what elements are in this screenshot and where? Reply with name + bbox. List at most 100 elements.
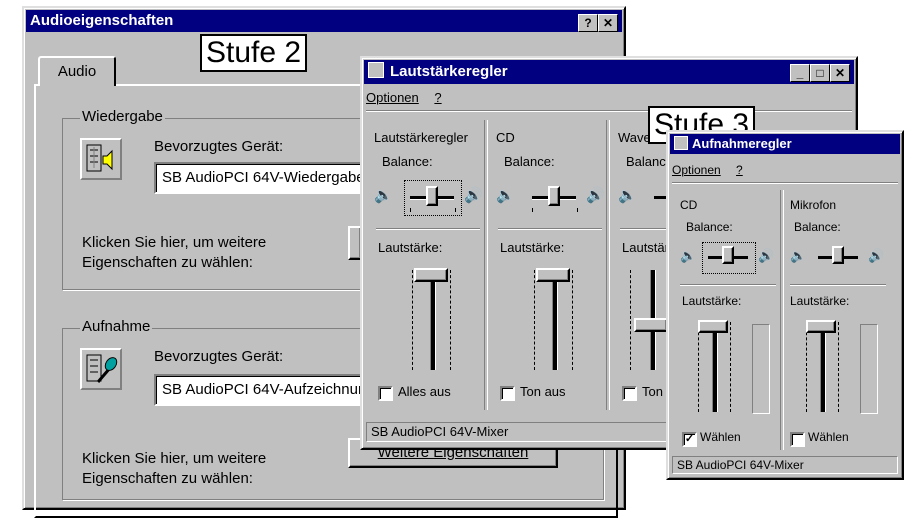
volume-label: Lautstärke: [378, 240, 443, 255]
minimize-button[interactable]: _ [790, 64, 810, 82]
volume-ticks [534, 270, 537, 370]
channel-divider [376, 228, 480, 230]
volume-track [712, 322, 718, 412]
mute-checkbox[interactable] [500, 386, 515, 401]
volume-mixer-title: Lautstärkeregler [390, 63, 508, 80]
mixer-app-icon [368, 62, 384, 78]
menu-optionen[interactable]: Optionen [672, 163, 721, 177]
mixer-app-icon [674, 136, 688, 150]
balance-slider[interactable]: 🔈 🔊 [494, 178, 606, 218]
balance-ticks [532, 208, 578, 212]
column-separator [606, 120, 610, 410]
select-checkbox-label[interactable]: Wählen [700, 430, 741, 444]
channel-divider [790, 284, 886, 286]
channel-name: Mikrofon [790, 198, 837, 212]
mute-checkbox[interactable] [378, 386, 393, 401]
volume-track [552, 270, 558, 370]
close-button[interactable]: ✕ [598, 14, 618, 32]
volume-label: Lautstärke: [790, 294, 850, 308]
volume-thumb[interactable] [698, 320, 728, 333]
speaker-settings-icon [80, 138, 122, 180]
volume-ticks [838, 322, 841, 412]
balance-thumb[interactable] [426, 186, 438, 206]
speaker-right-icon: 🔊 [586, 187, 605, 204]
volume-mixer-menubar: Optionen ? [366, 88, 852, 108]
maximize-button[interactable]: □ [810, 64, 830, 82]
volume-ticks [698, 322, 701, 412]
balance-thumb[interactable] [548, 186, 560, 206]
tab-audio[interactable]: Audio [38, 56, 116, 86]
balance-ticks [410, 208, 456, 212]
record-hint-line1: Klicken Sie hier, um weitere [82, 450, 267, 467]
menu-divider [672, 182, 898, 184]
volume-label: Lautstärke: [500, 240, 565, 255]
mute-checkbox-label[interactable]: Alles aus [398, 384, 451, 399]
channel-master: Lautstärkeregler Balance: 🔈 🔊 Lautstärke… [368, 120, 488, 410]
record-mixer-title: Aufnahmeregler [692, 136, 792, 151]
menu-help[interactable]: ? [434, 90, 441, 105]
balance-slider[interactable]: 🔈 🔊 [788, 240, 888, 276]
speaker-left-icon: 🔈 [680, 248, 697, 263]
volume-ticks [806, 322, 809, 412]
playback-group-title: Wiedergabe [80, 108, 165, 125]
menu-divider [366, 110, 852, 112]
record-preferred-label: Bevorzugtes Gerät: [154, 348, 284, 365]
channel-cd: CD Balance: 🔈 🔊 Lautstärke: Ton aus [490, 120, 610, 410]
speaker-right-icon: 🔊 [464, 187, 483, 204]
help-button[interactable]: ? [578, 14, 598, 32]
channel-name: Lautstärkeregler [374, 130, 468, 145]
channel-name: CD [680, 198, 698, 212]
volume-ticks [572, 270, 575, 370]
record-hint-line2: Eigenschaften zu wählen: [82, 470, 253, 487]
volume-ticks [450, 270, 453, 370]
level-meter [860, 324, 878, 414]
select-checkbox[interactable] [790, 432, 805, 447]
mute-checkbox-label[interactable]: Ton aus [520, 384, 566, 399]
volume-thumb[interactable] [634, 317, 668, 332]
channel-name: Wave [618, 130, 651, 145]
speaker-left-icon: 🔈 [496, 187, 515, 204]
volume-ticks [730, 322, 733, 412]
record-channel-cd: CD Balance: 🔈 🔊 Lautstärke: ✓ Wählen [674, 190, 784, 450]
channel-divider [680, 284, 776, 286]
microphone-settings-icon [80, 348, 122, 390]
record-channels: CD Balance: 🔈 🔊 Lautstärke: ✓ Wählen Mik… [674, 190, 896, 450]
column-separator [780, 190, 784, 450]
playback-preferred-label: Bevorzugtes Gerät: [154, 138, 284, 155]
balance-slider[interactable]: 🔈 🔊 [678, 240, 778, 276]
mute-checkbox[interactable] [622, 386, 637, 401]
menu-optionen[interactable]: Optionen [366, 90, 419, 105]
volume-thumb[interactable] [536, 268, 570, 282]
close-button[interactable]: ✕ [830, 64, 850, 82]
balance-slider[interactable]: 🔈 🔊 [372, 178, 484, 218]
balance-label: Balance: [382, 154, 433, 169]
select-checkbox-label[interactable]: Wählen [808, 430, 849, 444]
volume-ticks [630, 270, 633, 370]
menu-help[interactable]: ? [736, 163, 743, 177]
record-mixer-titlebar[interactable]: Aufnahmeregler [670, 134, 900, 154]
record-device-select[interactable]: SB AudioPCI 64V-Aufzeichnung [154, 374, 384, 406]
record-mixer-menubar: Optionen ? [672, 160, 898, 180]
speaker-left-icon: 🔈 [374, 187, 393, 204]
balance-thumb[interactable] [832, 246, 844, 264]
select-checkbox[interactable]: ✓ [682, 432, 697, 447]
balance-label: Balance: [504, 154, 555, 169]
volume-thumb[interactable] [414, 268, 448, 282]
volume-label: Lautstärke: [682, 294, 742, 308]
record-group-title: Aufnahme [80, 318, 153, 335]
channel-divider [498, 228, 602, 230]
audio-properties-titlebar[interactable]: Audioeigenschaften ? ✕ [26, 10, 622, 32]
record-mixer-statusbar: SB AudioPCI 64V-Mixer [672, 456, 898, 474]
balance-label: Balance: [794, 220, 841, 234]
balance-label: Balance: [686, 220, 733, 234]
speaker-left-icon: 🔈 [790, 248, 807, 263]
volume-track [430, 270, 436, 370]
playback-hint-line2: Eigenschaften zu wählen: [82, 254, 253, 271]
volume-thumb[interactable] [806, 320, 836, 333]
level-meter [752, 324, 770, 414]
playback-device-select[interactable]: SB AudioPCI 64V-Wiedergabe [154, 162, 384, 194]
volume-ticks [412, 270, 415, 370]
playback-hint-line1: Klicken Sie hier, um weitere [82, 234, 267, 251]
volume-mixer-titlebar[interactable]: Lautstärkeregler _ □ ✕ [364, 60, 854, 84]
balance-thumb[interactable] [722, 246, 734, 264]
